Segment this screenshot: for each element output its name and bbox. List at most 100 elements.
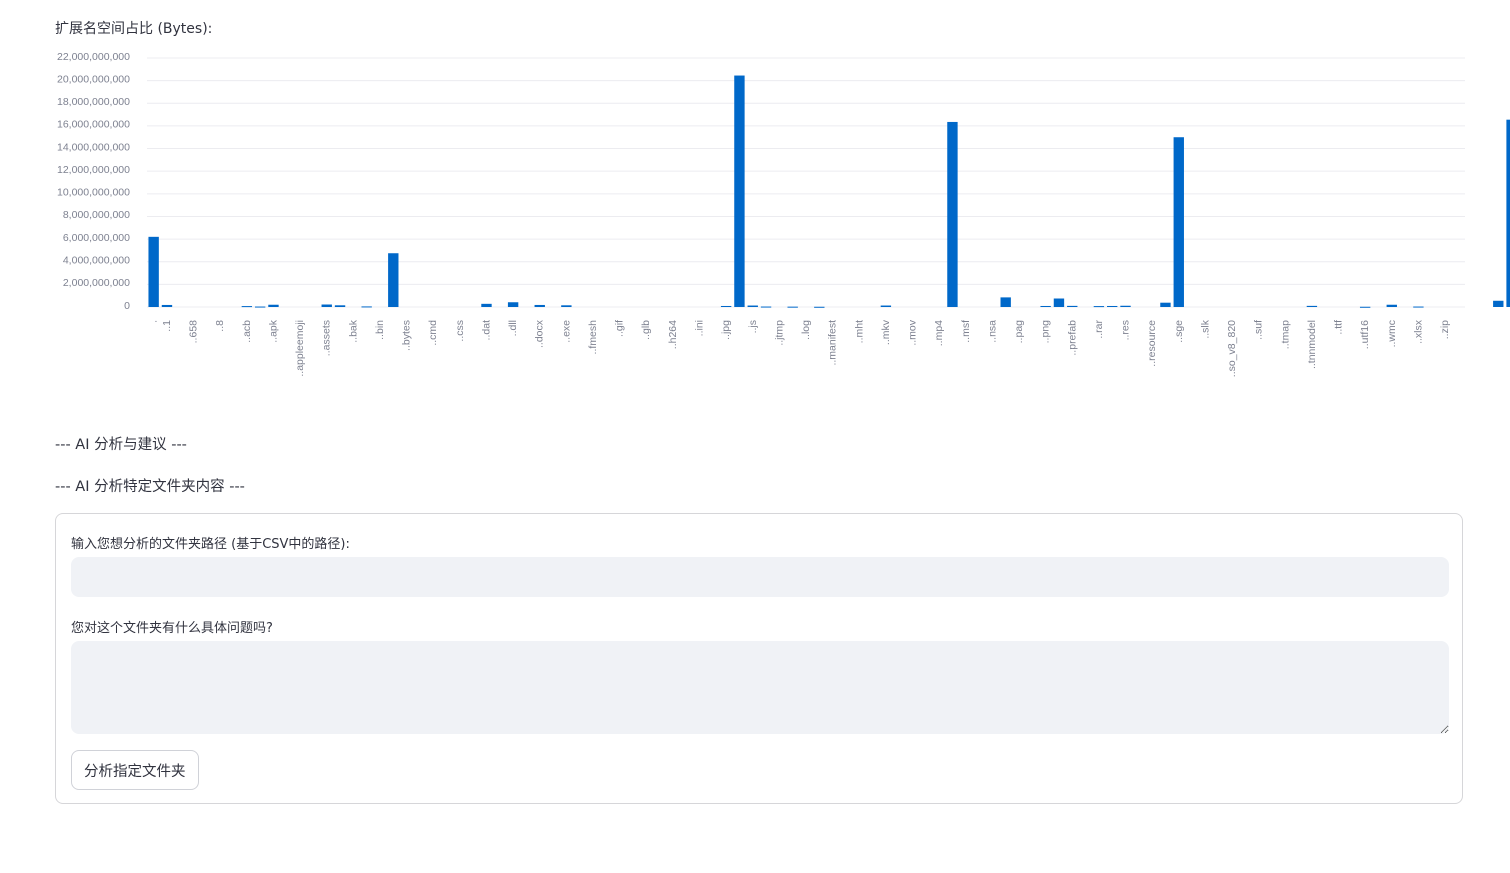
bar-index-8[interactable] [254,306,266,308]
x-tick-label: ..bytes [401,320,413,351]
x-tick-label: ..tnnmodel [1306,320,1318,369]
y-tick-label: 2,000,000,000 [63,277,130,289]
x-tick-label: ..bak [347,319,359,343]
bar-..docx[interactable] [534,304,545,307]
y-tick-label: 12,000,000,000 [57,164,130,176]
y-tick-label: 16,000,000,000 [57,119,130,131]
bar-..sge[interactable] [1173,137,1184,307]
x-tick-label: ..dll [507,320,519,336]
x-tick-label: ..png [1040,320,1052,344]
y-tick-label: 18,000,000,000 [57,96,130,108]
y-tick-label: 10,000,000,000 [57,187,130,199]
bar-index-102[interactable] [1506,119,1510,308]
x-tick-label: ..ttf [1333,320,1345,335]
x-tick-label: ..manifest [827,320,839,366]
x-tick-label: ..h264 [667,320,679,349]
x-tick-label: ..bin [374,320,386,340]
question-label: 您对这个文件夹有什么具体问题吗? [71,621,273,636]
bar-..acb[interactable] [241,306,253,308]
bar-..prefab[interactable] [1067,305,1078,307]
bar-..xlsx[interactable] [1413,306,1424,308]
bar-..1[interactable] [161,304,173,307]
folder-analysis-form: 输入您想分析的文件夹路径 (基于CSV中的路径): 您对这个文件夹有什么具体问题… [55,513,1463,804]
x-tick-label: ..1 [161,320,173,332]
x-tick-label: ..tmap [1279,320,1291,349]
x-tick-label: ..resource [1146,320,1158,367]
x-tick-label: ..ini [693,320,705,336]
bar-index-14[interactable] [334,305,346,307]
bar-index-101[interactable] [1493,300,1504,307]
x-tick-label: ..log [800,320,812,340]
x-tick-label: ..mov [907,319,919,345]
y-tick-label: 20,000,000,000 [57,73,130,85]
x-tick-label: ..dat [480,320,492,341]
bar-index-60[interactable] [947,121,958,307]
x-tick-label: ..js [747,320,759,333]
bar-index-16[interactable] [361,306,372,308]
bar-..rar[interactable] [1093,306,1105,308]
y-tick-label: 6,000,000,000 [63,232,130,244]
x-tick-label: ..prefab [1066,320,1078,356]
x-tick-label: ..suf [1253,320,1265,340]
x-tick-label: ..jpg [720,320,732,340]
bar-..apk[interactable] [268,304,279,307]
bar-index-46[interactable] [760,306,772,308]
x-tick-label: ..exe [560,320,572,343]
x-tick-label: ..mht [853,320,865,343]
x-tick-label: ..rar [1093,320,1105,339]
x-tick-label: ..xlsx [1412,319,1424,344]
x-tick-label: ..res [1120,320,1132,340]
x-tick-label: ..msf [960,320,972,343]
bar-..dat[interactable] [481,303,492,307]
bar-index-76[interactable] [1160,302,1171,307]
bar-index-72[interactable] [1107,305,1118,307]
x-tick-label: ..sge [1173,320,1185,343]
x-tick-label: ..so_v8_820 [1226,320,1238,377]
bar-..tnnmodel[interactable] [1306,305,1318,307]
bar-..assets[interactable] [321,304,332,307]
x-tick-label: ..cmd [427,320,439,346]
bar-..utf16[interactable] [1359,306,1371,308]
bar-.[interactable] [148,236,159,307]
x-tick-label: ..appleemoji [294,320,306,377]
extension-space-bar-chart: 0 2,000,000,000 4,000,000,000 6,000,000,000… [57,51,1510,377]
x-tick-label: ..docx [534,319,546,348]
bar-index-44[interactable] [734,75,745,307]
y-tick-label: 8,000,000,000 [63,209,130,221]
bar-index-18[interactable] [388,253,399,307]
x-tick-label: ..jtmp [773,320,785,346]
bar-index-64[interactable] [1000,297,1011,307]
x-tick-label: ..css [454,320,466,342]
bar-..js[interactable] [747,305,758,307]
bar-..dll[interactable] [507,302,519,307]
x-tick-label: ..gif [614,320,626,337]
question-textarea[interactable] [71,641,1449,734]
x-tick-label: ..glb [640,320,652,340]
x-tick-label: ..wmc [1386,320,1398,347]
bar-index-48[interactable] [787,306,798,308]
x-tick-label: ..fmesh [587,320,599,355]
x-tick-label: ..pag [1013,320,1025,344]
bar-..exe[interactable] [561,305,572,307]
x-tick-label: ..acb [241,320,253,343]
y-tick-label: 22,000,000,000 [57,51,130,63]
ai-folder-heading: --- AI 分析特定文件夹内容 --- [55,479,245,495]
bar-index-68[interactable] [1053,298,1065,307]
x-tick-label: ..nsa [986,320,998,343]
bar-..wmc[interactable] [1386,304,1397,307]
x-tick-label: ..8 [214,320,226,332]
analyze-folder-button[interactable]: 分析指定文件夹 [71,750,199,790]
x-tick-label: ..zip [1439,320,1451,339]
bar-..png[interactable] [1040,305,1051,307]
x-tick-label: ..assets [321,320,333,356]
page: 扩展名空间占比 (Bytes): 0 2,000,000,000 4,000,000… [0,0,1510,873]
bar-..mkv[interactable] [880,305,892,307]
bar-index-50[interactable] [814,306,825,308]
bar-..res[interactable] [1120,305,1131,307]
y-tick-label: 4,000,000,000 [63,255,130,267]
x-tick-label: . [148,320,160,323]
folder-path-input[interactable] [71,557,1449,597]
y-tick-label: 14,000,000,000 [57,141,130,153]
bar-..jpg[interactable] [720,305,732,307]
y-tick-label: 0 [124,300,130,312]
